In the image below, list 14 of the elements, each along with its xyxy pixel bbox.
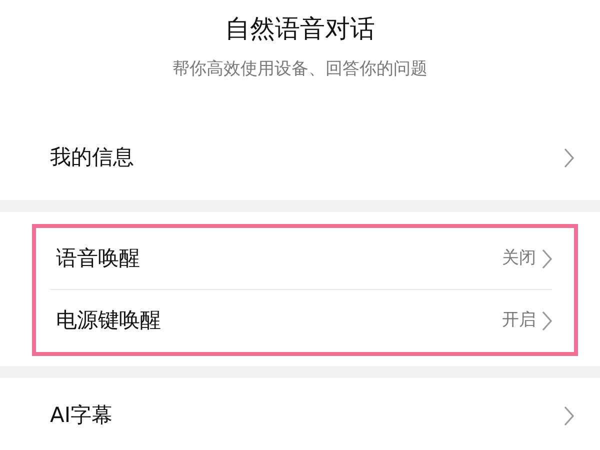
item-label: 语音唤醒: [56, 244, 140, 272]
item-value: 关闭: [502, 246, 536, 270]
chevron-right-icon: [564, 148, 574, 168]
page-title: 自然语音对话: [225, 13, 375, 45]
chevron-right-icon: [564, 406, 574, 426]
item-label: AI字幕: [50, 402, 113, 429]
page-subtitle: 帮你高效使用设备、回答你的问题: [172, 58, 428, 81]
settings-item[interactable]: 语音唤醒 关闭: [50, 228, 552, 290]
item-value: 开启: [502, 309, 536, 332]
chevron-right-icon: [542, 311, 552, 331]
settings-item[interactable]: 电源键唤醒 开启: [50, 290, 552, 352]
item-label: 我的信息: [50, 144, 134, 172]
chevron-right-icon: [542, 248, 552, 268]
item-label: 电源键唤醒: [56, 307, 161, 334]
